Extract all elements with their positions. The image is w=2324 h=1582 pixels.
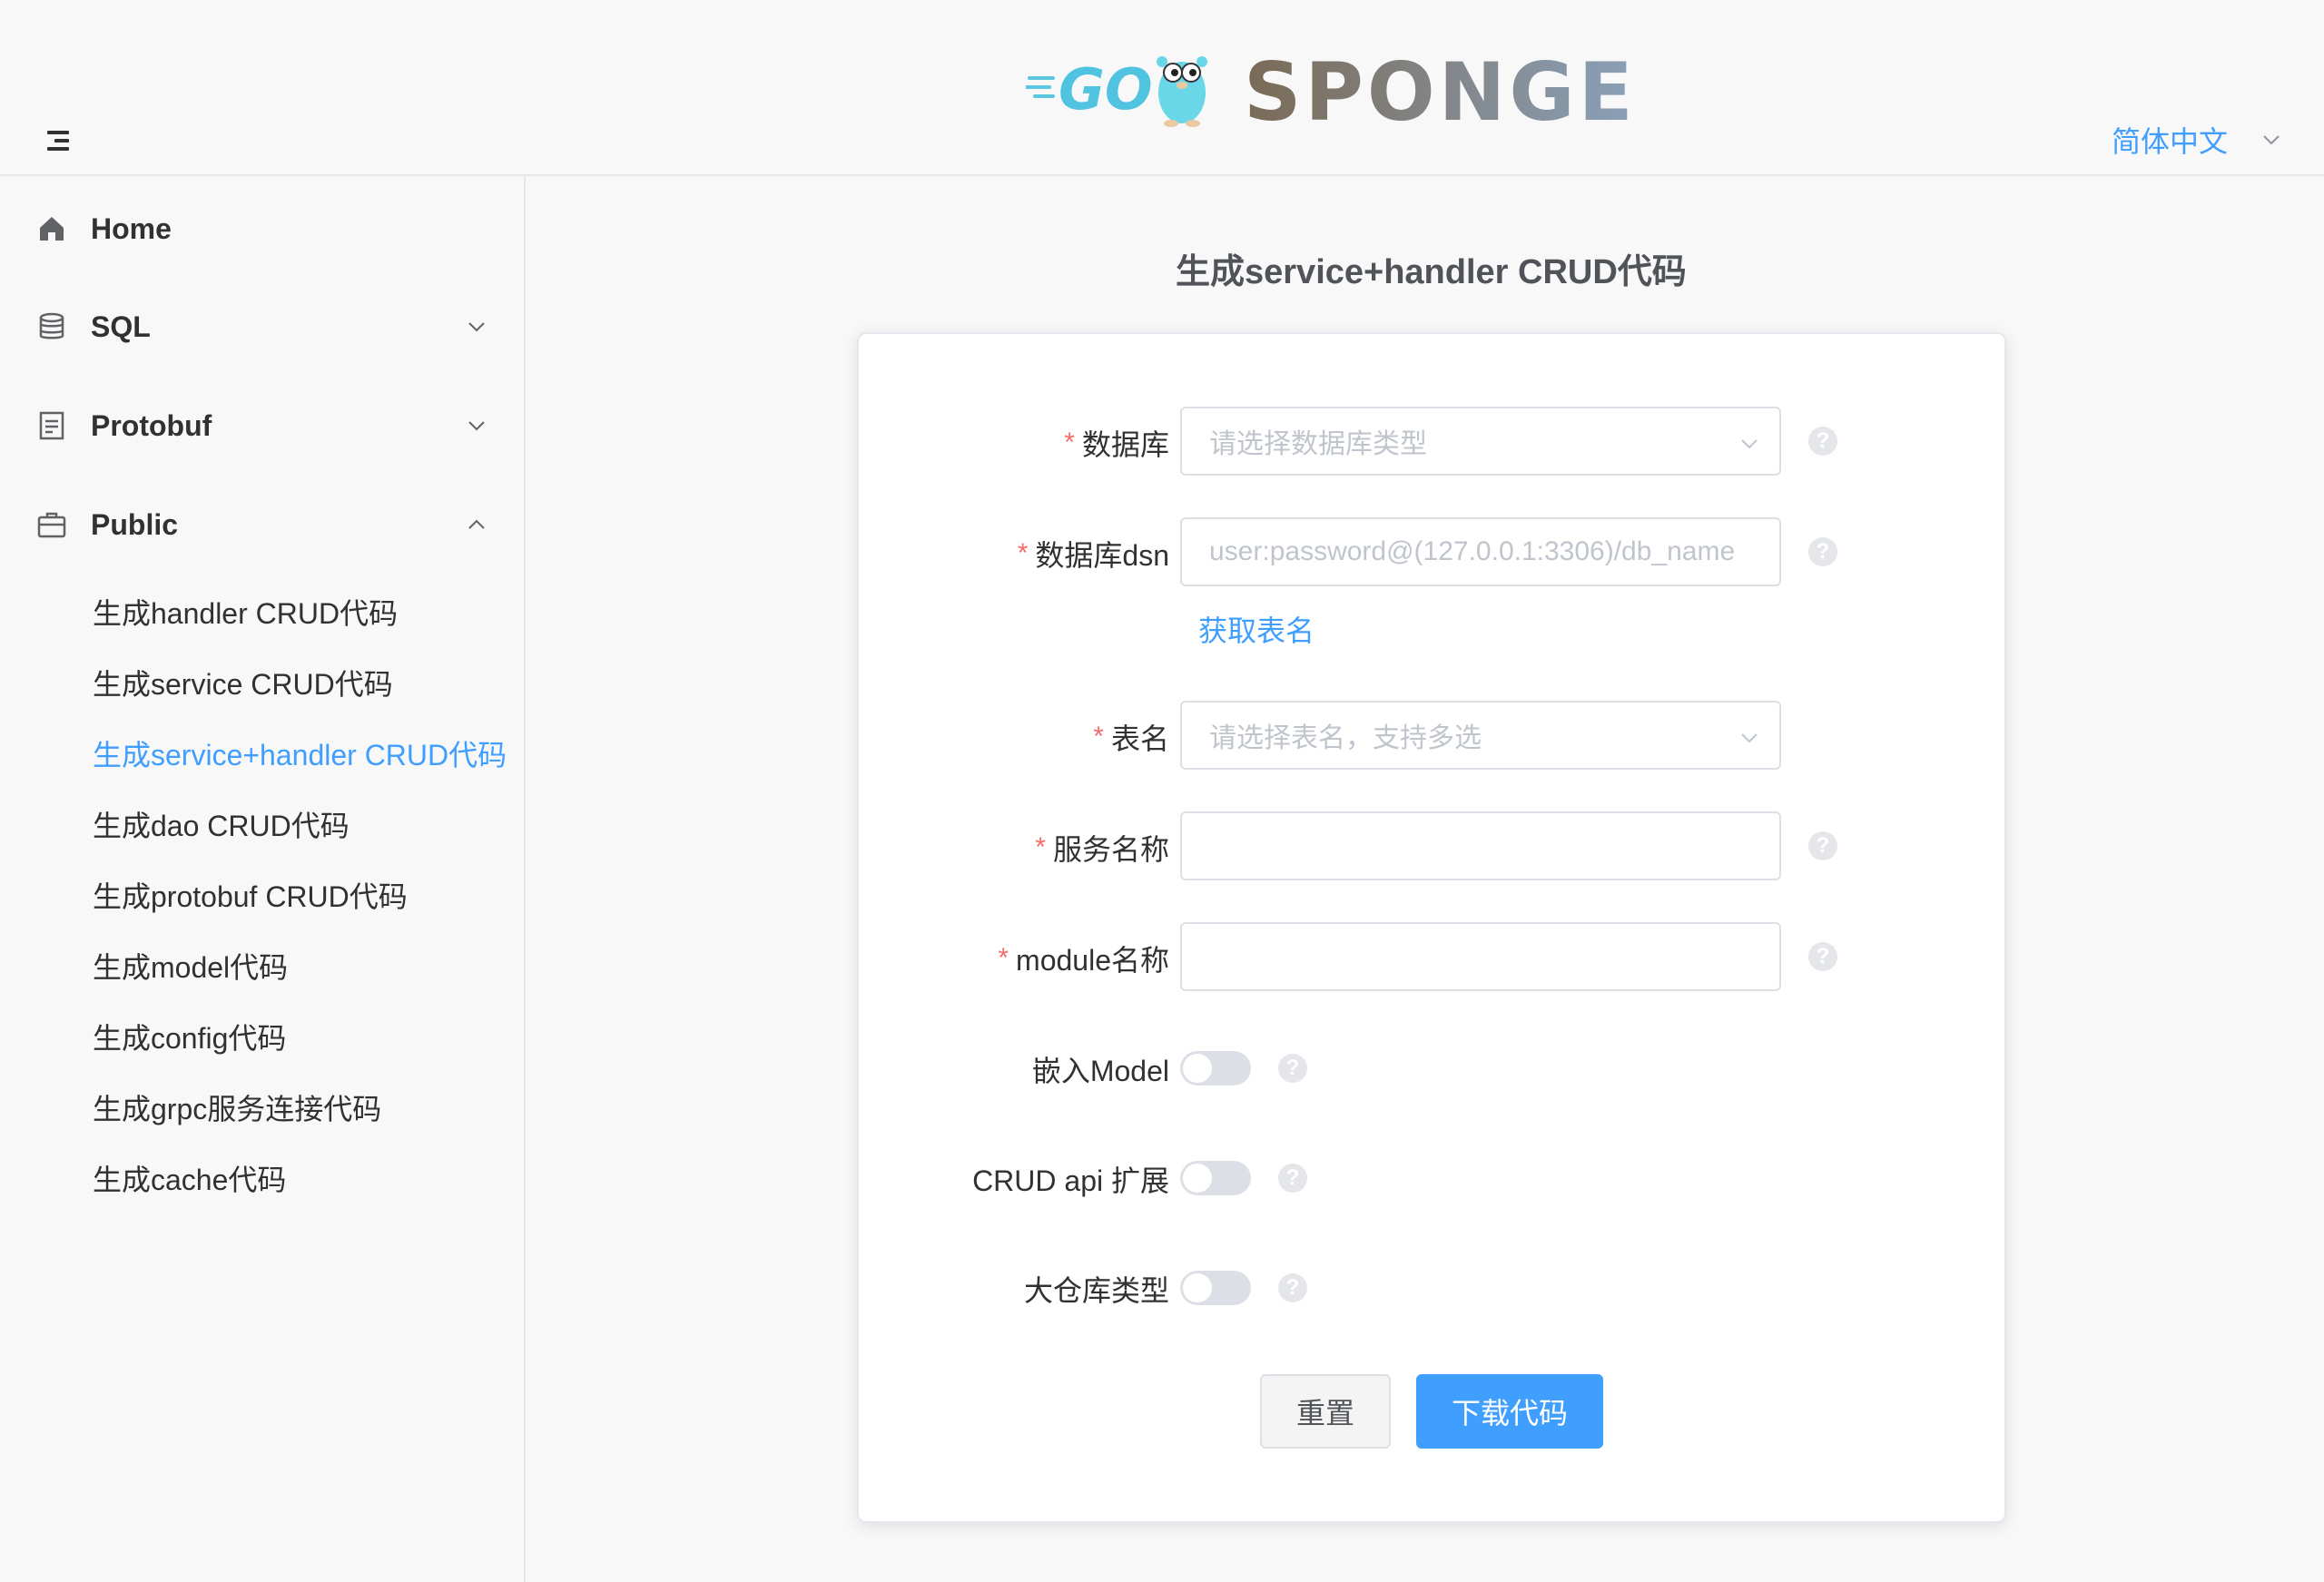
- sidebar-item-protobuf[interactable]: Protobuf: [0, 389, 524, 462]
- download-code-button[interactable]: 下载代码: [1416, 1374, 1603, 1449]
- svg-text:GO: GO: [1059, 56, 1153, 123]
- help-icon[interactable]: ?: [1278, 1054, 1307, 1083]
- module-name-label: * module名称: [998, 943, 1169, 977]
- sidebar-subitem-cache[interactable]: 生成cache代码: [93, 1157, 286, 1199]
- help-icon[interactable]: ?: [1278, 1273, 1307, 1302]
- module-name-wrapper: [1180, 922, 1781, 991]
- sponge-logo: GO SPONGE: [1024, 36, 1643, 139]
- tables-label: * 表名: [1093, 722, 1169, 755]
- sidebar-subitem-service-handler-crud[interactable]: 生成service+handler CRUD代码: [93, 732, 507, 774]
- chevron-down-icon: [1741, 733, 1758, 743]
- form-row-mono-repo: 大仓库类型 ?: [859, 1253, 2004, 1325]
- mono-repo-switch[interactable]: [1180, 1271, 1251, 1305]
- sidebar-subitem-dao-crud[interactable]: 生成dao CRUD代码: [93, 803, 350, 845]
- required-mark: *: [1035, 832, 1046, 862]
- sidebar-subitem-grpc-connection[interactable]: 生成grpc服务连接代码: [93, 1086, 381, 1128]
- sidebar-item-label: Protobuf: [91, 408, 212, 442]
- required-mark: *: [1017, 538, 1029, 568]
- db-type-select[interactable]: 请选择数据库类型: [1180, 407, 1781, 476]
- sidebar-item-public[interactable]: Public: [0, 488, 524, 561]
- chevron-down-icon: [468, 322, 485, 332]
- top-header: GO SPONGE 简体中文: [0, 0, 2324, 176]
- required-mark: *: [1093, 722, 1104, 752]
- form-row-crud-ext: CRUD api 扩展 ?: [859, 1143, 2004, 1215]
- form-card: * 数据库 请选择数据库类型 ? * 数据库dsn ? 获取表名 * 表名 请选…: [857, 332, 2006, 1523]
- help-icon[interactable]: ?: [1808, 427, 1837, 456]
- service-name-input[interactable]: [1182, 830, 1779, 861]
- fetch-tables-link[interactable]: 获取表名: [1198, 608, 1315, 650]
- db-type-placeholder: 请选择数据库类型: [1209, 429, 1427, 459]
- chevron-down-icon: [2263, 135, 2280, 145]
- dsn-label: * 数据库dsn: [1017, 538, 1169, 572]
- sidebar-subitem-handler-crud[interactable]: 生成handler CRUD代码: [93, 591, 398, 633]
- sidebar-subitem-service-crud[interactable]: 生成service CRUD代码: [93, 662, 393, 703]
- tables-select[interactable]: 请选择表名，支持多选: [1180, 701, 1781, 770]
- mono-repo-label: 大仓库类型: [1023, 1274, 1169, 1307]
- sidebar-item-label: SQL: [91, 310, 151, 343]
- tables-placeholder: 请选择表名，支持多选: [1209, 723, 1482, 753]
- form-row-db-type: * 数据库 请选择数据库类型 ?: [859, 407, 2004, 479]
- embed-model-switch[interactable]: [1180, 1051, 1251, 1086]
- crud-ext-label: CRUD api 扩展: [972, 1164, 1169, 1197]
- sidebar-item-label: Home: [91, 211, 172, 245]
- briefcase-icon: [37, 512, 66, 538]
- module-name-input[interactable]: [1182, 941, 1779, 972]
- help-icon[interactable]: ?: [1278, 1164, 1307, 1193]
- form-row-embed-model: 嵌入Model ?: [859, 1033, 2004, 1105]
- sidebar-item-sql[interactable]: SQL: [0, 290, 524, 363]
- db-type-label: * 数据库: [1064, 427, 1169, 461]
- sidebar-item-label: Public: [91, 507, 179, 541]
- chevron-down-icon: [468, 421, 485, 431]
- language-selector[interactable]: 简体中文: [2112, 120, 2282, 160]
- sidebar: Home SQL Protobuf Public 生成handler CRUD代…: [0, 176, 526, 1582]
- sidebar-subitem-config[interactable]: 生成config代码: [93, 1016, 286, 1057]
- document-icon: [39, 411, 64, 440]
- dsn-input-wrapper: [1180, 517, 1781, 586]
- crud-ext-switch[interactable]: [1180, 1161, 1251, 1195]
- menu-toggle-icon[interactable]: [47, 131, 69, 151]
- form-row-dsn: * 数据库dsn ?: [859, 517, 2004, 590]
- svg-text:SPONGE: SPONGE: [1244, 45, 1637, 136]
- required-mark: *: [998, 943, 1009, 973]
- form-row-service-name: * 服务名称 ?: [859, 811, 2004, 884]
- reset-button[interactable]: 重置: [1260, 1374, 1391, 1449]
- chevron-down-icon: [1741, 439, 1758, 449]
- language-label: 简体中文: [2111, 125, 2228, 158]
- sidebar-subitem-protobuf-crud[interactable]: 生成protobuf CRUD代码: [93, 874, 408, 916]
- embed-model-label: 嵌入Model: [1031, 1055, 1169, 1087]
- form-row-tables: * 表名 请选择表名，支持多选: [859, 701, 2004, 773]
- help-icon[interactable]: ?: [1808, 942, 1837, 971]
- service-name-wrapper: [1180, 811, 1781, 880]
- chevron-up-icon: [468, 519, 485, 529]
- help-icon[interactable]: ?: [1808, 537, 1837, 566]
- home-icon: [40, 217, 64, 241]
- page-title: 生成service+handler CRUD代码: [1176, 253, 1687, 291]
- sidebar-item-home[interactable]: Home: [0, 192, 524, 265]
- sidebar-subitem-model[interactable]: 生成model代码: [93, 945, 288, 987]
- database-icon: [39, 312, 64, 339]
- service-name-label: * 服务名称: [1035, 832, 1169, 866]
- required-mark: *: [1064, 427, 1075, 457]
- form-row-module-name: * module名称 ?: [859, 922, 2004, 995]
- help-icon[interactable]: ?: [1808, 831, 1837, 860]
- dsn-input[interactable]: [1182, 536, 1779, 567]
